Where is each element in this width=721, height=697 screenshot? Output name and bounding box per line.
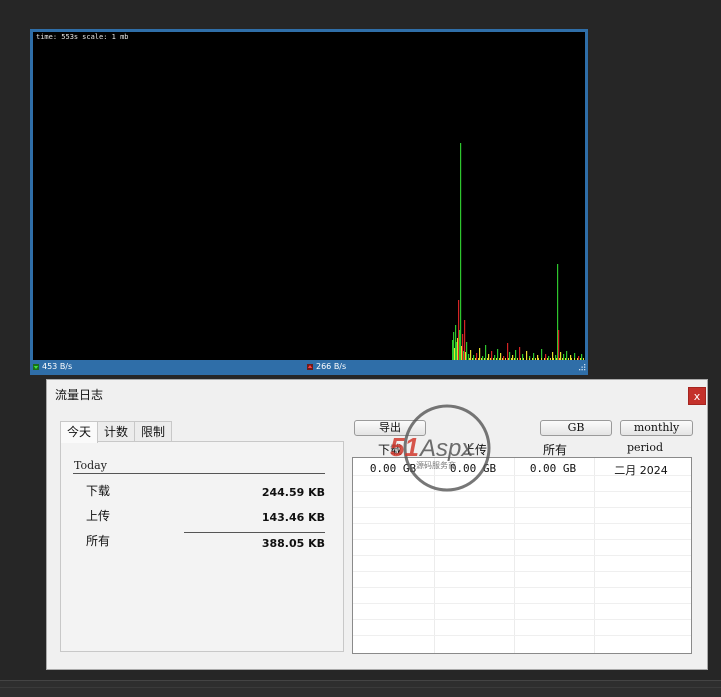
row-divider bbox=[353, 555, 691, 556]
traffic-spike bbox=[479, 348, 481, 360]
traffic-spike bbox=[500, 353, 502, 360]
graph-header: time: 553s scale: 1 mb bbox=[36, 33, 133, 41]
divider bbox=[73, 473, 325, 474]
column-header-period: period bbox=[627, 441, 663, 454]
traffic-log-table[interactable]: 0.00 GB 0.00 GB 0.00 GB 二月 2024 bbox=[352, 457, 692, 654]
download-value: 244.59 KB bbox=[261, 486, 325, 499]
traffic-spike bbox=[533, 353, 535, 360]
traffic-spike bbox=[485, 345, 487, 360]
row-divider bbox=[353, 507, 691, 508]
column-header-upload: 上传 bbox=[462, 443, 487, 457]
period-selector-button[interactable]: monthly bbox=[620, 420, 693, 436]
graph-time-label: time: 553s bbox=[36, 33, 79, 41]
bandwidth-graph-canvas: time: 553s scale: 1 mb bbox=[33, 32, 585, 360]
traffic-spike bbox=[560, 352, 562, 360]
cell-total: 0.00 GB bbox=[529, 462, 577, 475]
row-divider bbox=[353, 571, 691, 572]
traffic-spike bbox=[558, 330, 560, 360]
taskbar-strip bbox=[0, 680, 721, 697]
tab-today[interactable]: 今天 bbox=[60, 421, 99, 443]
column-header-download: 下载 bbox=[377, 443, 402, 457]
traffic-spike bbox=[515, 350, 517, 360]
cell-download: 0.00 GB bbox=[369, 462, 417, 475]
upload-label: 上传 bbox=[86, 509, 111, 523]
traffic-spike bbox=[497, 349, 499, 360]
traffic-spike bbox=[476, 353, 478, 360]
cell-upload: 0.00 GB bbox=[449, 462, 497, 475]
window-title: 流量日志 bbox=[55, 388, 104, 402]
total-label: 所有 bbox=[86, 534, 111, 548]
traffic-log-window: 流量日志 x 今天 计数 限制 Today 下载 244.59 KB 上传 14… bbox=[46, 379, 708, 670]
row-divider bbox=[353, 491, 691, 492]
download-rate-readout: 453 B/s bbox=[33, 362, 72, 371]
upload-value: 143.46 KB bbox=[261, 511, 325, 524]
row-divider bbox=[353, 603, 691, 604]
row-divider bbox=[353, 539, 691, 540]
traffic-spike bbox=[491, 351, 493, 360]
upload-rate: 266 B/s bbox=[316, 362, 347, 371]
traffic-spike bbox=[466, 342, 468, 360]
traffic-spike bbox=[470, 350, 472, 360]
upload-rate-readout: 266 B/s bbox=[307, 362, 346, 371]
today-panel: Today 下载 244.59 KB 上传 143.46 KB 所有 388.0… bbox=[60, 441, 344, 652]
row-divider bbox=[353, 635, 691, 636]
bandwidth-graph-plot bbox=[452, 143, 584, 360]
traffic-spike bbox=[460, 143, 462, 360]
download-rate: 453 B/s bbox=[42, 362, 73, 371]
upload-arrow-icon bbox=[307, 363, 313, 370]
total-value: 388.05 KB bbox=[261, 537, 325, 550]
row-divider bbox=[353, 619, 691, 620]
traffic-spike bbox=[566, 351, 568, 360]
row-divider bbox=[353, 523, 691, 524]
total-divider bbox=[184, 532, 325, 533]
bandwidth-graph-window: time: 553s scale: 1 mb 453 B/s 266 B/s bbox=[30, 29, 588, 375]
export-button[interactable]: 导出 bbox=[354, 420, 426, 436]
resize-grip-icon[interactable] bbox=[577, 363, 586, 372]
tab-limit[interactable]: 限制 bbox=[134, 421, 173, 441]
column-header-total: 所有 bbox=[542, 443, 567, 457]
tab-bar: 今天 计数 限制 bbox=[60, 421, 173, 443]
today-heading: Today bbox=[74, 459, 107, 472]
graph-scale-label: scale: 1 mb bbox=[82, 33, 129, 41]
row-divider bbox=[353, 587, 691, 588]
traffic-spike bbox=[509, 352, 511, 360]
download-arrow-icon bbox=[33, 363, 39, 370]
download-label: 下载 bbox=[86, 484, 111, 498]
tab-count[interactable]: 计数 bbox=[97, 421, 136, 441]
traffic-spike bbox=[507, 343, 509, 360]
cell-period: 二月 2024 bbox=[614, 464, 668, 477]
unit-selector-button[interactable]: GB bbox=[540, 420, 612, 436]
close-button[interactable]: x bbox=[688, 387, 706, 405]
graph-status-bar: 453 B/s 266 B/s bbox=[30, 360, 588, 375]
